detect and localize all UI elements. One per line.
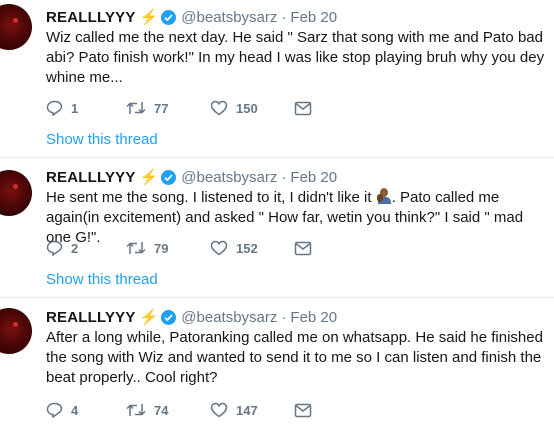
message-icon bbox=[294, 403, 312, 417]
retweet-button[interactable]: 77 bbox=[126, 100, 210, 116]
tweet-header: REALLLYYY ⚡ @beatsbysarz · Feb 20 bbox=[46, 168, 337, 187]
tweet-text: He sent me the song. I listened to it, I… bbox=[46, 188, 546, 248]
tweet-text: Wiz called me the next day. He said " Sa… bbox=[46, 28, 546, 88]
reply-count: 2 bbox=[71, 240, 79, 256]
heart-icon bbox=[210, 402, 228, 418]
message-icon bbox=[294, 101, 312, 115]
tweet-actions: 2 79 152 bbox=[46, 240, 312, 256]
divider bbox=[0, 157, 554, 158]
user-handle[interactable]: @beatsbysarz bbox=[181, 169, 277, 186]
show-thread-link[interactable]: Show this thread bbox=[46, 271, 158, 288]
facepalm-emoji-icon bbox=[376, 188, 392, 204]
retweet-count: 74 bbox=[154, 402, 169, 418]
avatar[interactable] bbox=[0, 308, 32, 354]
verified-badge-icon bbox=[161, 309, 177, 325]
user-handle[interactable]: @beatsbysarz bbox=[181, 309, 277, 326]
reply-icon bbox=[46, 240, 63, 256]
lightning-bolt-icon: ⚡ bbox=[139, 169, 159, 186]
retweet-icon bbox=[126, 242, 146, 254]
user-handle[interactable]: @beatsbysarz bbox=[181, 9, 277, 26]
tweet-date[interactable]: Feb 20 bbox=[290, 309, 337, 326]
reply-icon bbox=[46, 100, 63, 116]
tweet-text-body: After a long while, Patoranking called m… bbox=[46, 329, 543, 386]
tweet-header: REALLLYYY ⚡ @beatsbysarz · Feb 20 bbox=[46, 308, 337, 327]
tweet-text-body: He sent me the song. I listened to it, I… bbox=[46, 189, 376, 206]
avatar[interactable] bbox=[0, 170, 32, 216]
like-count: 150 bbox=[236, 100, 258, 116]
heart-icon bbox=[210, 100, 228, 116]
tweet-date[interactable]: Feb 20 bbox=[290, 169, 337, 186]
separator-dot: · bbox=[281, 308, 287, 326]
heart-icon bbox=[210, 240, 228, 256]
tweet-date[interactable]: Feb 20 bbox=[290, 9, 337, 26]
tweet-text-body: Wiz called me the next day. He said " Sa… bbox=[46, 29, 545, 86]
display-name[interactable]: REALLLYYY bbox=[46, 9, 136, 26]
separator-dot: · bbox=[281, 8, 287, 26]
reply-count: 1 bbox=[71, 100, 79, 116]
like-button[interactable]: 152 bbox=[210, 240, 294, 256]
retweet-icon bbox=[126, 404, 146, 416]
avatar[interactable] bbox=[0, 4, 32, 50]
separator-dot: · bbox=[281, 168, 287, 186]
lightning-bolt-icon: ⚡ bbox=[139, 9, 159, 26]
display-name[interactable]: REALLLYYY bbox=[46, 309, 136, 326]
retweet-icon bbox=[126, 102, 146, 114]
like-count: 152 bbox=[236, 240, 258, 256]
like-count: 147 bbox=[236, 402, 258, 418]
tweet-actions: 1 77 150 bbox=[46, 100, 312, 116]
reply-count: 4 bbox=[71, 402, 79, 418]
lightning-bolt-icon: ⚡ bbox=[139, 309, 159, 326]
retweet-count: 77 bbox=[154, 100, 169, 116]
tweet-actions: 4 74 147 bbox=[46, 402, 312, 418]
verified-badge-icon bbox=[161, 9, 177, 25]
reply-button[interactable]: 1 bbox=[46, 100, 126, 116]
dm-button[interactable] bbox=[294, 241, 312, 256]
retweet-count: 79 bbox=[154, 240, 169, 256]
tweet-text: After a long while, Patoranking called m… bbox=[46, 328, 546, 388]
message-icon bbox=[294, 241, 312, 255]
reply-button[interactable]: 2 bbox=[46, 240, 126, 256]
reply-icon bbox=[46, 402, 63, 418]
like-button[interactable]: 147 bbox=[210, 402, 294, 418]
verified-badge-icon bbox=[161, 169, 177, 185]
divider bbox=[0, 297, 554, 298]
tweet-header: REALLLYYY ⚡ @beatsbysarz · Feb 20 bbox=[46, 8, 337, 27]
dm-button[interactable] bbox=[294, 101, 312, 116]
display-name[interactable]: REALLLYYY bbox=[46, 169, 136, 186]
retweet-button[interactable]: 79 bbox=[126, 240, 210, 256]
retweet-button[interactable]: 74 bbox=[126, 402, 210, 418]
dm-button[interactable] bbox=[294, 403, 312, 418]
like-button[interactable]: 150 bbox=[210, 100, 294, 116]
reply-button[interactable]: 4 bbox=[46, 402, 126, 418]
show-thread-link[interactable]: Show this thread bbox=[46, 131, 158, 148]
